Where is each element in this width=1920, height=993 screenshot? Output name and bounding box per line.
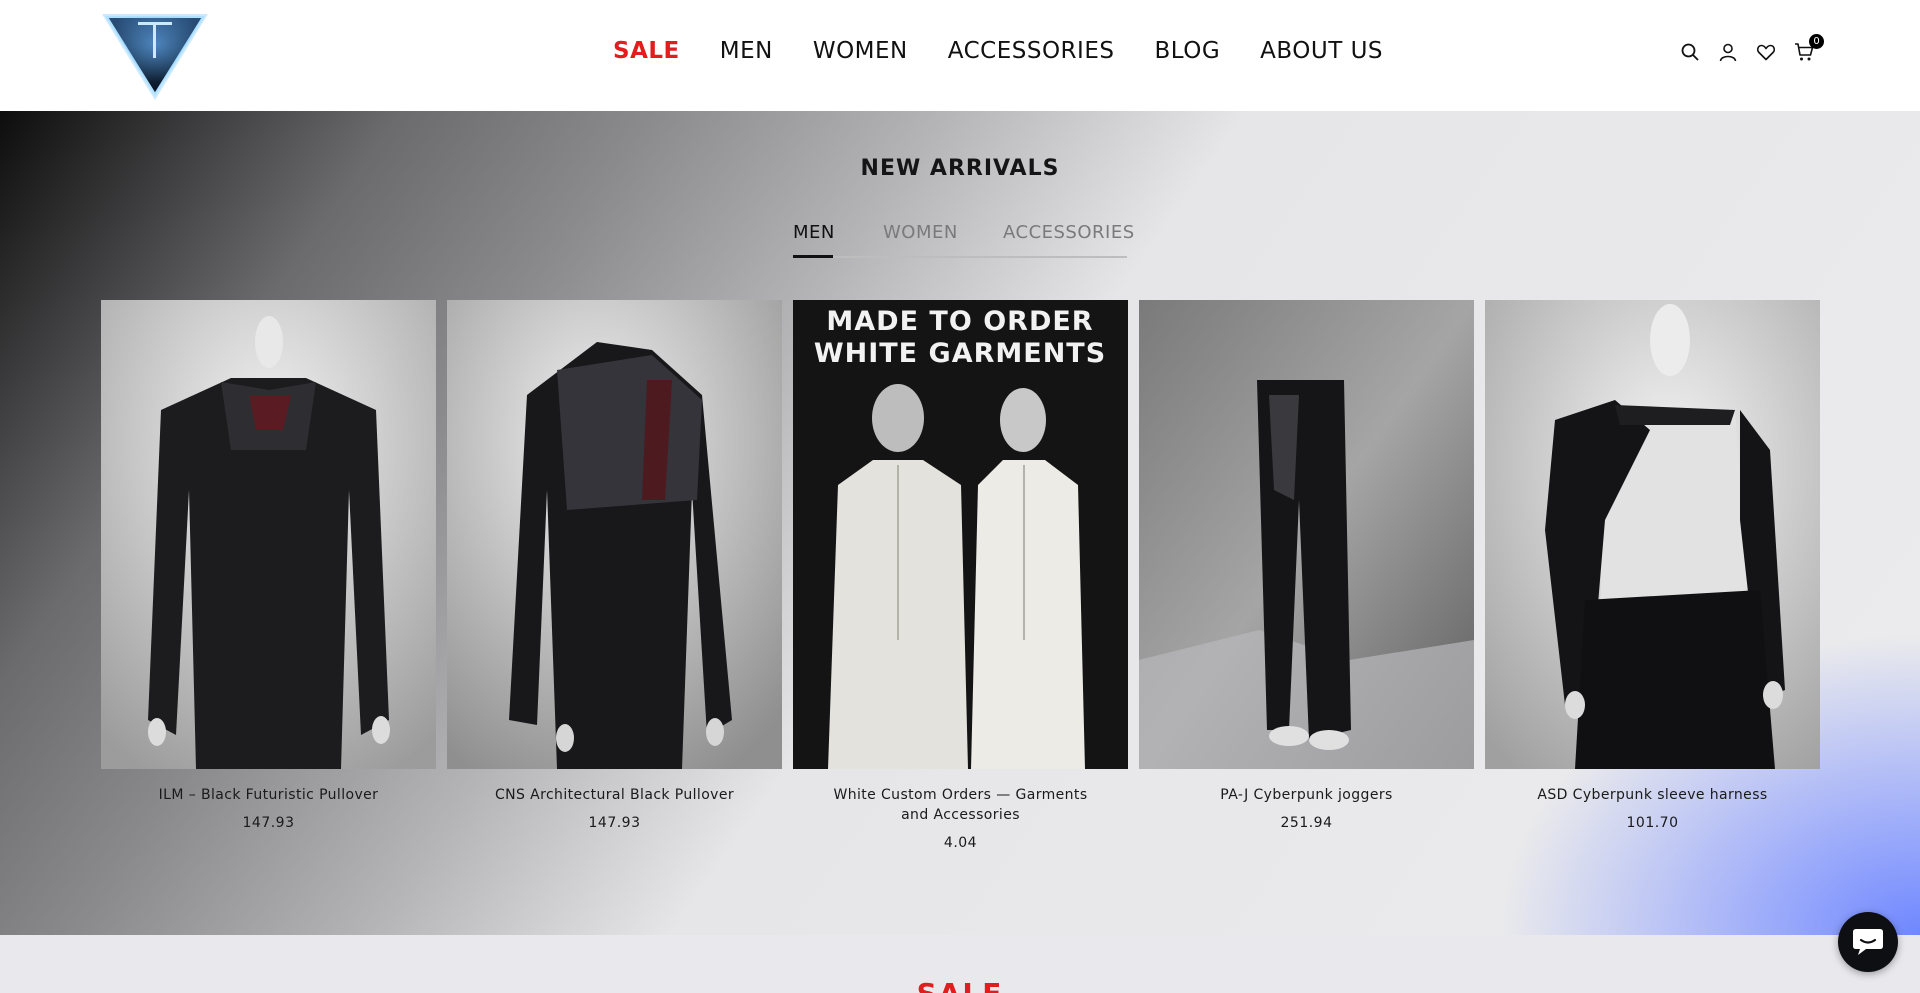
main-nav: SALE MEN WOMEN ACCESSORIES BLOG ABOUT US	[613, 38, 1383, 64]
tabs-divider	[793, 256, 1127, 258]
product-grid: ILM – Black Futuristic Pullover 147.93 C…	[101, 300, 1821, 851]
tab-men[interactable]: MEN	[793, 222, 835, 243]
product-image[interactable]	[447, 300, 782, 769]
header-icons: 0	[1680, 34, 1824, 62]
product-card[interactable]: ILM – Black Futuristic Pullover 147.93	[101, 300, 436, 851]
product-image[interactable]	[101, 300, 436, 769]
tab-women[interactable]: WOMEN	[883, 222, 958, 243]
product-card[interactable]: ASD Cyberpunk sleeve harness 101.70	[1485, 300, 1820, 851]
product-price: 4.04	[943, 835, 978, 851]
new-arrivals-title: NEW ARRIVALS	[860, 156, 1060, 181]
site-header: SALE MEN WOMEN ACCESSORIES BLOG ABOUT US…	[0, 0, 1920, 111]
product-price: 101.70	[1626, 815, 1679, 831]
svg-text:MADE TO ORDER: MADE TO ORDER	[826, 306, 1093, 337]
chat-button[interactable]	[1838, 912, 1898, 972]
product-price: 251.94	[1280, 815, 1333, 831]
tab-accessories[interactable]: ACCESSORIES	[1003, 222, 1135, 243]
nav-women[interactable]: WOMEN	[813, 38, 908, 64]
wishlist-heart-icon[interactable]	[1756, 42, 1776, 62]
product-name[interactable]: ILM – Black Futuristic Pullover	[101, 785, 436, 805]
product-card[interactable]: PA-J Cyberpunk joggers 251.94	[1139, 300, 1474, 851]
svg-text:WHITE GARMENTS: WHITE GARMENTS	[814, 338, 1106, 369]
product-image[interactable]	[1485, 300, 1820, 769]
account-icon[interactable]	[1718, 42, 1738, 62]
product-price: 147.93	[242, 815, 295, 831]
product-card[interactable]: MADE TO ORDER WHITE GARMENTS White Custo…	[793, 300, 1128, 851]
nav-blog[interactable]: BLOG	[1154, 38, 1220, 64]
nav-about-us[interactable]: ABOUT US	[1260, 38, 1383, 64]
product-image[interactable]	[1139, 300, 1474, 769]
product-card[interactable]: CNS Architectural Black Pullover 147.93	[447, 300, 782, 851]
product-image[interactable]: MADE TO ORDER WHITE GARMENTS	[793, 300, 1128, 769]
product-name[interactable]: PA-J Cyberpunk joggers	[1139, 785, 1474, 805]
chat-bubble-icon	[1853, 929, 1883, 955]
nav-accessories[interactable]: ACCESSORIES	[948, 38, 1115, 64]
active-tab-indicator	[793, 255, 833, 258]
brand-logo[interactable]	[98, 8, 212, 104]
nav-sale[interactable]: SALE	[613, 38, 680, 64]
product-name[interactable]: ASD Cyberpunk sleeve harness	[1485, 785, 1820, 805]
product-price: 147.93	[588, 815, 641, 831]
sale-section-title: SALE	[0, 977, 1920, 993]
nav-men[interactable]: MEN	[720, 38, 773, 64]
search-icon[interactable]	[1680, 42, 1700, 62]
sale-section: SALE	[0, 935, 1920, 993]
product-name[interactable]: White Custom Orders — Garments and Acces…	[793, 785, 1128, 825]
cart-icon[interactable]: 0	[1794, 34, 1824, 62]
new-arrivals-section: NEW ARRIVALS MEN WOMEN ACCESSORIES ILM –…	[0, 111, 1920, 935]
cart-count-badge: 0	[1809, 34, 1824, 49]
product-name[interactable]: CNS Architectural Black Pullover	[447, 785, 782, 805]
